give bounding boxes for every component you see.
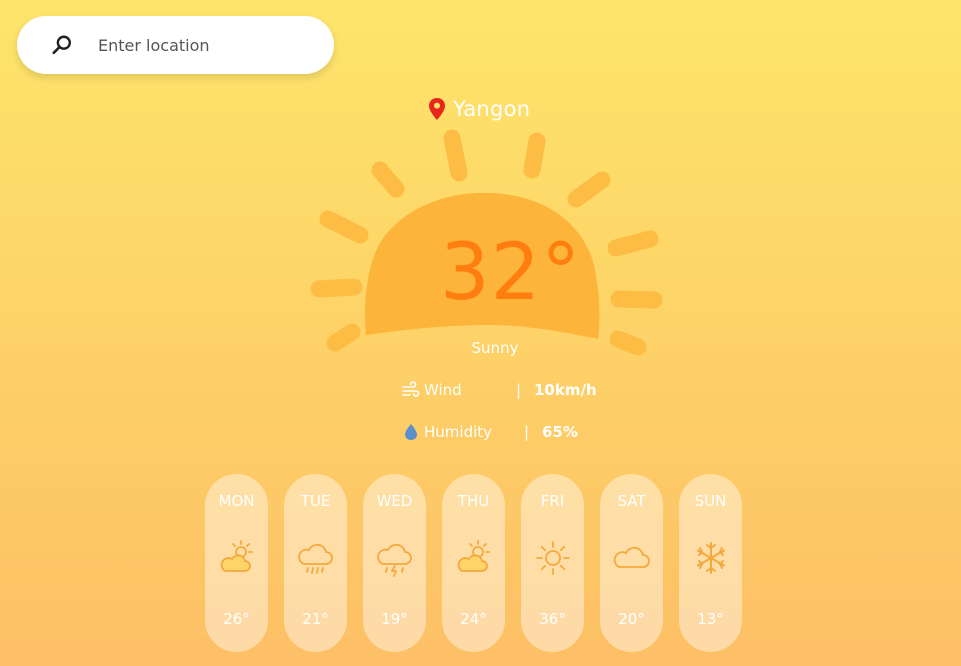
snowflake-icon <box>697 542 725 574</box>
humidity-label: Humidity <box>424 423 493 441</box>
search-icon[interactable] <box>51 34 73 56</box>
partly-sunny-icon <box>457 540 490 572</box>
forecast-day-tue[interactable]: TUE 21° <box>284 474 347 652</box>
forecast-day-name: SUN <box>694 492 727 510</box>
forecast-day-fri[interactable]: FRI 36° <box>521 474 584 652</box>
wind-value: 10km/h <box>534 381 597 399</box>
forecast-day-name: TUE <box>300 492 331 510</box>
cloud-icon <box>613 546 650 568</box>
map-pin-icon <box>429 98 445 120</box>
forecast-day-wed[interactable]: WED 19° <box>363 474 426 652</box>
wind-label: Wind <box>424 381 462 399</box>
thunderstorm-icon <box>377 543 412 577</box>
rain-cloud-icon <box>298 543 333 574</box>
humidity-value: 65% <box>542 423 578 441</box>
city-name: Yangon <box>453 97 531 121</box>
forecast-day-name: THU <box>457 492 490 510</box>
forecast-day-name: SAT <box>617 492 646 510</box>
humidity-row: Humidity | 65% <box>402 421 578 443</box>
humidity-separator: | <box>524 423 530 441</box>
forecast-temp: 24° <box>460 610 487 628</box>
current-condition: Sunny <box>471 339 519 357</box>
forecast-temp: 21° <box>302 610 329 628</box>
forecast-day-name: WED <box>376 492 413 510</box>
forecast-temp: 26° <box>223 610 250 628</box>
forecast-day-thu[interactable]: THU 24° <box>442 474 505 652</box>
search-bar[interactable] <box>17 16 334 74</box>
partly-sunny-icon <box>220 540 253 572</box>
wind-icon <box>402 381 420 397</box>
forecast-day-sat[interactable]: SAT 20° <box>600 474 663 652</box>
forecast-temp: 19° <box>381 610 408 628</box>
wind-separator: | <box>516 381 522 399</box>
sun-icon <box>536 541 570 575</box>
droplet-icon <box>405 424 417 440</box>
search-input[interactable] <box>98 30 328 60</box>
current-temperature: 32° <box>440 228 582 318</box>
forecast-temp: 13° <box>697 610 724 628</box>
forecast-day-mon[interactable]: MON 26° <box>205 474 268 652</box>
forecast-day-sun[interactable]: SUN 13° <box>679 474 742 652</box>
location-header: Yangon <box>428 94 530 124</box>
wind-row: Wind | 10km/h <box>402 379 597 401</box>
forecast-day-name: FRI <box>540 492 565 510</box>
forecast-temp: 36° <box>539 610 566 628</box>
forecast-temp: 20° <box>618 610 645 628</box>
forecast-day-name: MON <box>218 492 255 510</box>
